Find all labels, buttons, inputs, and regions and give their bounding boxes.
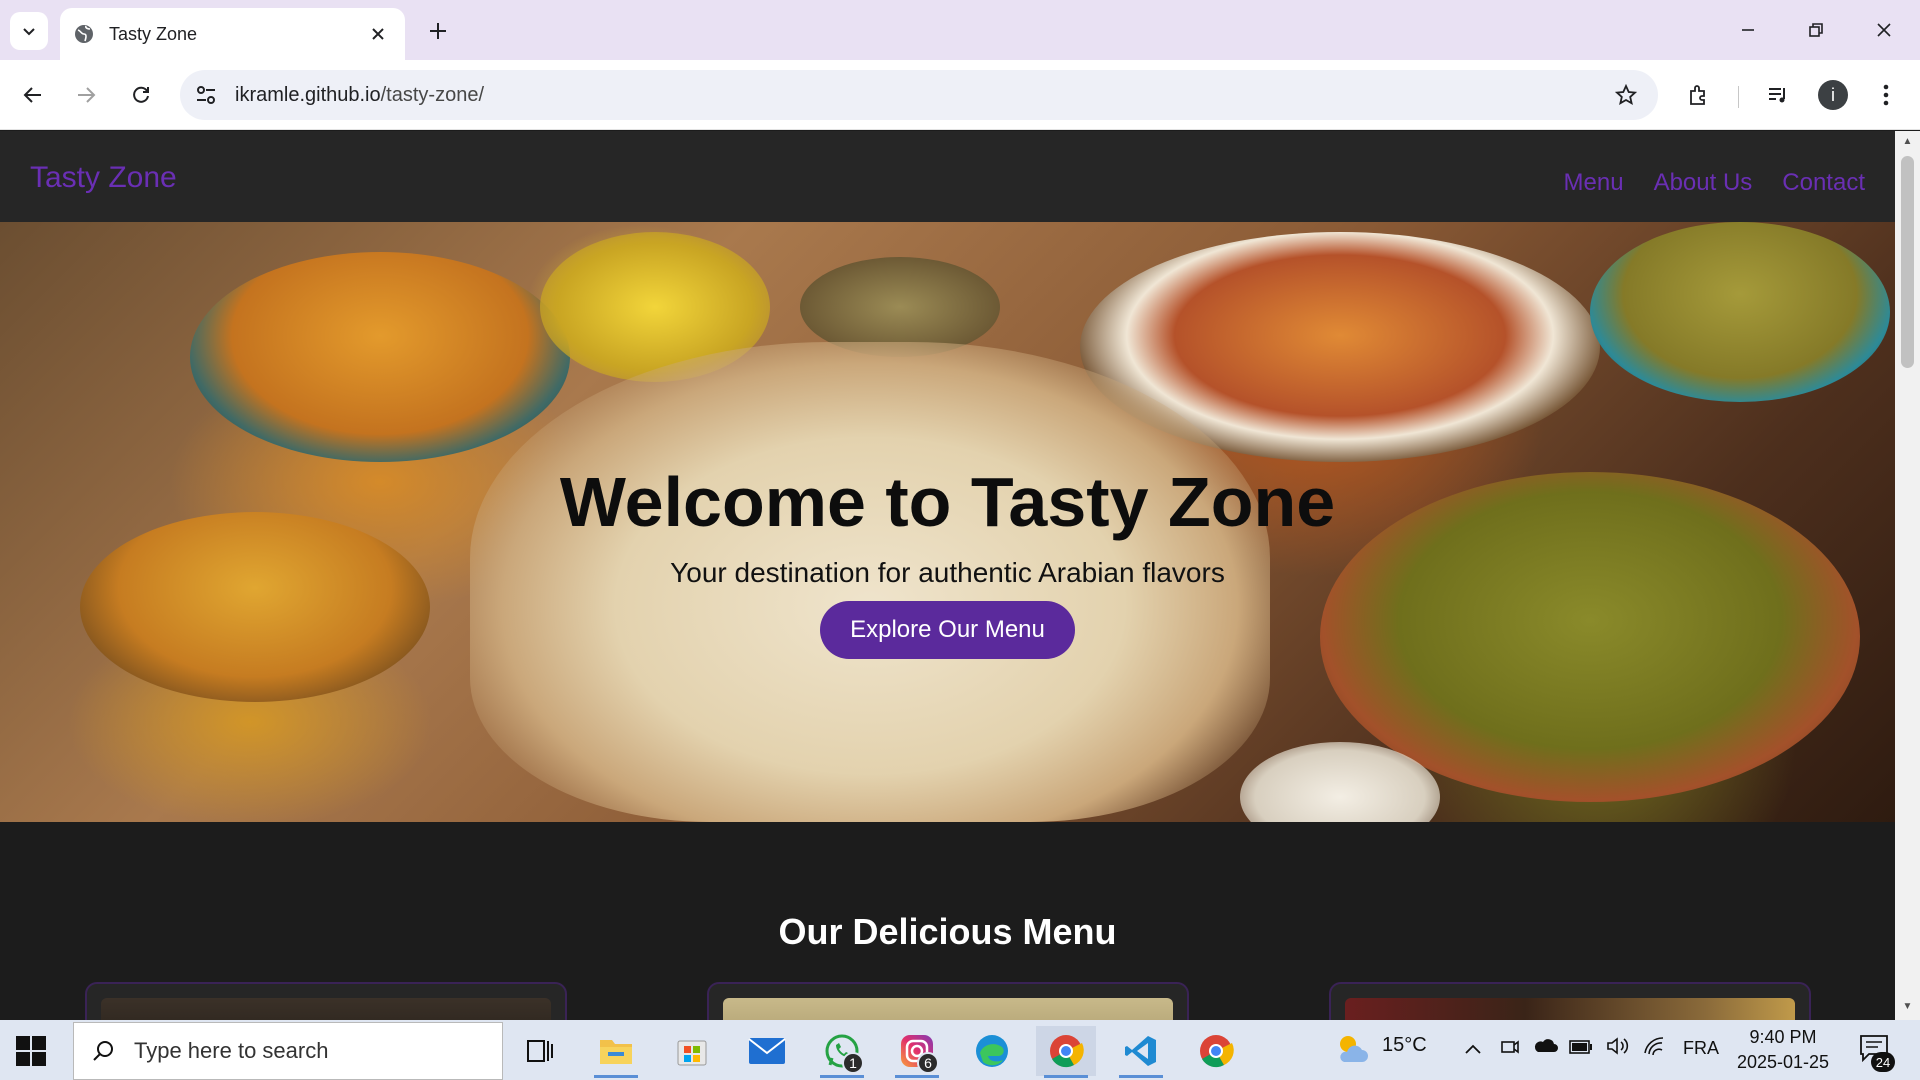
nav-link-menu[interactable]: Menu (1564, 169, 1624, 197)
site-nav: Menu About Us Contact (1564, 169, 1865, 197)
minimize-button[interactable] (1726, 10, 1770, 50)
arrow-right-icon (78, 87, 96, 103)
menu-card-image (723, 998, 1173, 1020)
task-view-icon (527, 1040, 553, 1062)
profile-button[interactable]: i (1813, 75, 1853, 115)
extensions-button[interactable] (1679, 75, 1719, 115)
scroll-up-arrow-icon[interactable]: ▲ (1901, 136, 1914, 148)
mail-icon (748, 1038, 786, 1064)
url-text: ikramle.github.io/tasty-zone/ (235, 84, 484, 107)
avatar: i (1818, 80, 1848, 110)
taskbar-search-box[interactable]: Type here to search (73, 1022, 503, 1080)
taskbar-chrome-active[interactable] (1036, 1026, 1096, 1078)
onedrive-cloud-icon[interactable] (1532, 1036, 1558, 1060)
site-logo[interactable]: Tasty Zone (30, 161, 177, 195)
taskbar-whatsapp[interactable]: 1 (812, 1026, 872, 1078)
hero-subtitle: Your destination for authentic Arabian f… (670, 557, 1225, 588)
input-language[interactable]: FRA (1683, 1038, 1719, 1059)
clock-time: 9:40 PM (1749, 1027, 1817, 1047)
taskbar-file-explorer[interactable] (586, 1026, 646, 1078)
close-tab-icon[interactable] (365, 21, 391, 47)
vscode-icon (1125, 1036, 1156, 1066)
restore-icon (1809, 23, 1823, 37)
toolbar-divider (1738, 86, 1739, 108)
taskbar-search-placeholder: Type here to search (134, 1038, 329, 1063)
folder-icon (600, 1040, 632, 1064)
menu-card-image (101, 998, 551, 1020)
menu-card-image (1345, 998, 1795, 1020)
url-path: /tasty-zone/ (380, 84, 485, 106)
reload-button[interactable] (121, 75, 161, 115)
volume-icon[interactable] (1606, 1036, 1630, 1062)
system-clock[interactable]: 9:40 PM 2025-01-25 (1718, 1025, 1848, 1075)
meet-now-icon[interactable] (1500, 1036, 1520, 1064)
restore-button[interactable] (1794, 10, 1838, 50)
scrollbar-thumb[interactable] (1901, 156, 1914, 368)
media-controls-button[interactable] (1758, 75, 1798, 115)
playlist-icon (1769, 88, 1785, 103)
chevron-down-icon (23, 28, 35, 36)
menu-card[interactable] (85, 982, 567, 1020)
taskbar-edge[interactable] (962, 1026, 1022, 1076)
windows-start-icon[interactable] (14, 1034, 48, 1068)
clock-date: 2025-01-25 (1736, 1052, 1830, 1072)
page-viewport: Tasty Zone Menu About Us Contact Welcome… (0, 131, 1895, 1020)
wifi-icon[interactable] (1643, 1036, 1665, 1062)
taskbar-microsoft-store[interactable] (662, 1026, 722, 1076)
edge-icon (976, 1035, 1008, 1067)
chrome-icon (1200, 1035, 1234, 1068)
arrow-left-icon (23, 87, 41, 103)
site-header: Tasty Zone Menu About Us Contact (0, 131, 1895, 222)
whatsapp-badge: 1 (842, 1052, 864, 1074)
explore-menu-button[interactable]: Explore Our Menu (820, 601, 1075, 659)
taskbar-vscode[interactable] (1111, 1026, 1171, 1078)
chevron-up-icon[interactable] (1464, 1038, 1482, 1061)
taskbar-mail[interactable] (737, 1026, 797, 1076)
notification-count: 24 (1871, 1052, 1895, 1072)
weather-icon[interactable] (1334, 1032, 1370, 1066)
battery-icon[interactable] (1569, 1038, 1593, 1061)
nav-link-contact[interactable]: Contact (1782, 169, 1865, 197)
browser-toolbar: ikramle.github.io/tasty-zone/ i (0, 60, 1920, 130)
minimize-icon (1742, 29, 1754, 31)
taskbar-chrome[interactable] (1186, 1026, 1246, 1076)
more-vertical-icon (1883, 84, 1889, 106)
chrome-icon (1050, 1035, 1084, 1068)
browser-tab-strip: Tasty Zone (0, 0, 1920, 60)
puzzle-icon (1690, 85, 1705, 105)
address-bar[interactable]: ikramle.github.io/tasty-zone/ (180, 70, 1658, 120)
taskbar-instagram[interactable]: 6 (887, 1026, 947, 1078)
hero-content: Welcome to Tasty Zone Your destination f… (0, 222, 1895, 822)
bookmark-star-icon[interactable] (1612, 81, 1640, 109)
chrome-menu-button[interactable] (1866, 75, 1906, 115)
tab-search-button[interactable] (10, 12, 48, 50)
weather-temperature[interactable]: 15°C (1382, 1034, 1427, 1057)
url-host: ikramle.github.io (235, 84, 381, 106)
tab-title: Tasty Zone (109, 23, 198, 44)
instagram-badge: 6 (917, 1052, 939, 1074)
reload-icon (133, 86, 149, 103)
new-tab-button[interactable] (422, 15, 454, 47)
scroll-down-arrow-icon[interactable]: ▼ (1901, 1001, 1914, 1013)
menu-section-heading: Our Delicious Menu (778, 911, 1117, 952)
globe-icon (73, 23, 95, 45)
close-window-button[interactable] (1862, 10, 1906, 50)
site-settings-icon[interactable] (192, 81, 220, 109)
hero-title: Welcome to Tasty Zone (559, 463, 1336, 541)
store-icon (677, 1040, 707, 1066)
hero-banner: Welcome to Tasty Zone Your destination f… (0, 222, 1895, 822)
page-scrollbar[interactable]: ▲ ▼ (1895, 131, 1920, 1020)
taskbar: Type here to search 1 6 15°C FRA 9:40 PM… (0, 1020, 1920, 1080)
back-button[interactable] (13, 75, 53, 115)
plus-icon (430, 23, 446, 39)
menu-card[interactable] (1329, 982, 1811, 1020)
forward-button[interactable] (66, 75, 106, 115)
search-icon (88, 1036, 118, 1066)
notification-center-button[interactable]: 24 (1855, 1032, 1895, 1072)
task-view-button[interactable] (510, 1026, 570, 1076)
menu-card[interactable] (707, 982, 1189, 1020)
close-icon (1877, 23, 1891, 37)
nav-link-about-us[interactable]: About Us (1654, 169, 1753, 197)
browser-tab[interactable]: Tasty Zone (60, 8, 405, 60)
